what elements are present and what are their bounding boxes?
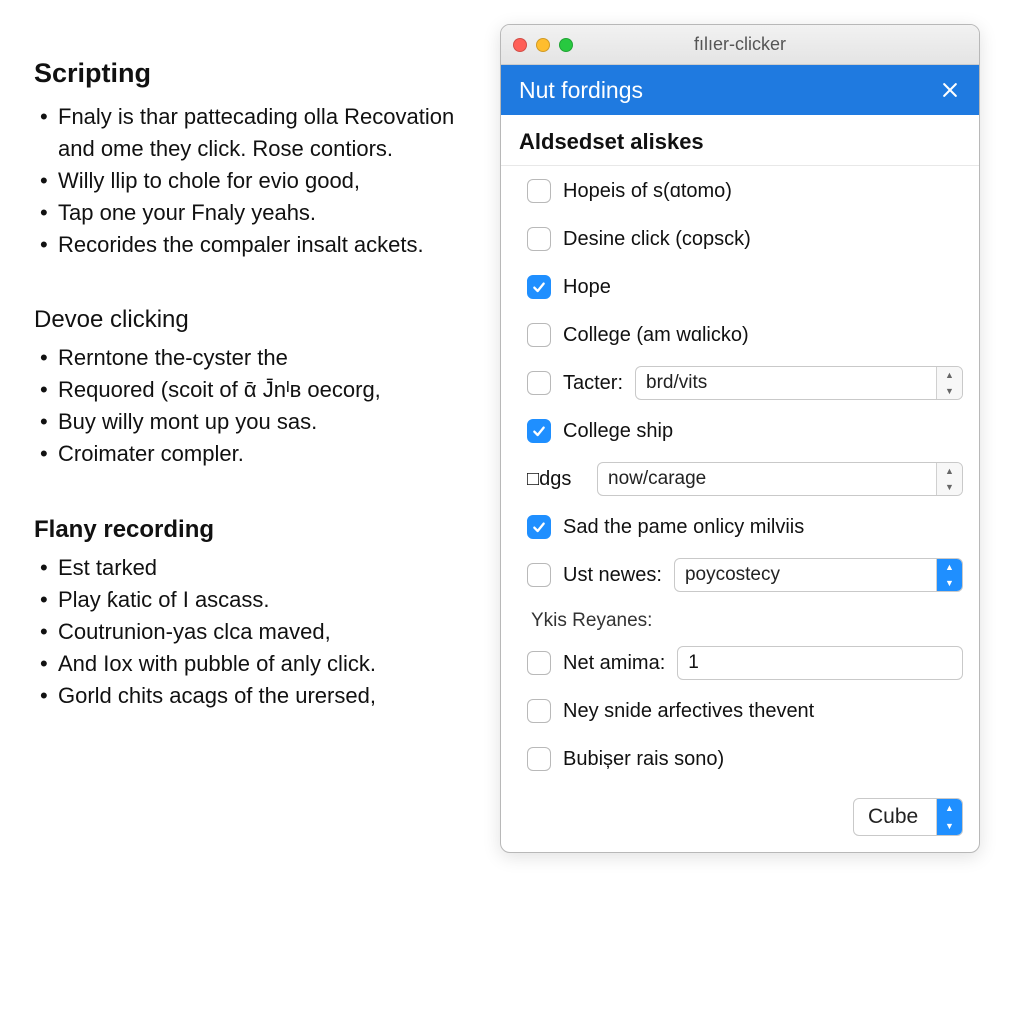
list-item: Rerntone the-cyster the	[40, 342, 460, 374]
section-title-devoe: Devoe clicking	[34, 306, 460, 334]
dgs-select[interactable]: now/carage ▲▼	[597, 462, 963, 496]
tacter-select[interactable]: brd/vits ▲▼	[635, 366, 963, 400]
window-titlebar[interactable]: fılıer-clicker	[501, 25, 979, 65]
checkbox-desine-click[interactable]	[527, 227, 551, 251]
section-list-devoe: Rerntone the-cyster the Requored (scoit …	[34, 342, 460, 470]
panel-header: Nut fordings	[501, 65, 979, 115]
checkbox-label: College ship	[563, 420, 673, 443]
checkbox-label: Ney snide arfectives thevent	[563, 700, 814, 723]
checkbox-label: Hope	[563, 276, 611, 299]
select-value: poycostecy	[675, 564, 936, 586]
field-label: Tacter:	[563, 372, 623, 395]
ust-newes-select[interactable]: poycostecy ▲▼	[674, 558, 963, 592]
section-heading: Aldsedset aliskes	[501, 115, 979, 166]
net-amima-input[interactable]: 1	[677, 646, 963, 680]
checkbox-tacter[interactable]	[527, 371, 551, 395]
select-value: Cube	[854, 805, 936, 829]
section-title-scripting: Scripting	[34, 58, 460, 89]
doc-left-column: Scripting Fnaly is thar pattecading olla…	[0, 0, 490, 1024]
list-item: Play ƙatic of I ascass.	[40, 584, 460, 616]
field-label: Ust newes:	[563, 564, 662, 587]
checkbox-net-amima[interactable]	[527, 651, 551, 675]
checkbox-college[interactable]	[527, 323, 551, 347]
checkbox-hope[interactable]	[527, 275, 551, 299]
list-item: Coutrunion-yas clca maved,	[40, 616, 460, 648]
list-item: Requored (scoit of ᾱ J̄nᴵʙ oecorg,	[40, 374, 460, 406]
select-value: brd/vits	[636, 372, 936, 394]
traffic-minimize-icon[interactable]	[536, 38, 550, 52]
checkbox-label: Desine click (copsck)	[563, 228, 751, 251]
app-window: fılıer-clicker Nut fordings Aldsedset al…	[500, 24, 980, 853]
section-title-flany: Flany recording	[34, 516, 460, 544]
traffic-zoom-icon[interactable]	[559, 38, 573, 52]
section-list-scripting: Fnaly is thar pattecading olla Recovatio…	[34, 101, 460, 260]
checkbox-label: Hopeis of s(ɑtomo)	[563, 180, 732, 203]
list-item: And Iox with pubble of anly click.	[40, 648, 460, 680]
list-item: Croimater compler.	[40, 438, 460, 470]
cube-select[interactable]: Cube ▲▼	[853, 798, 963, 836]
traffic-close-icon[interactable]	[513, 38, 527, 52]
field-label: Net amima:	[563, 652, 665, 675]
list-item: Est tarked	[40, 552, 460, 584]
close-icon[interactable]	[937, 77, 963, 103]
list-item: Tap one your Fnaly yeahs.	[40, 197, 460, 229]
list-item: Buy willy mont up you sas.	[40, 406, 460, 438]
list-item: Willy llip to chole for evio good,	[40, 165, 460, 197]
input-value: 1	[688, 652, 699, 674]
stepper-icon[interactable]: ▲▼	[936, 799, 962, 835]
stepper-icon[interactable]: ▲▼	[936, 559, 962, 591]
panel-title: Nut fordings	[519, 77, 643, 104]
checkbox-sad-pame[interactable]	[527, 515, 551, 539]
list-item: Recorides the compaler insalt ackets.	[40, 229, 460, 261]
stepper-icon[interactable]: ▲▼	[936, 463, 962, 495]
checkbox-ust-newes[interactable]	[527, 563, 551, 587]
list-item: Gorld chits acags of the urersed,	[40, 680, 460, 712]
checkbox-label: Bubișer rais sono)	[563, 748, 724, 771]
checkbox-label: College (am wɑlickᴏ)	[563, 324, 749, 347]
checkbox-ney-snide[interactable]	[527, 699, 551, 723]
select-value: now/carage	[598, 468, 936, 490]
stepper-icon[interactable]: ▲▼	[936, 367, 962, 399]
group-label: Ykis Reyanes:	[531, 610, 963, 632]
checkbox-label: Sad the pame onlicy milviis	[563, 516, 804, 539]
section-list-flany: Est tarked Play ƙatic of I ascass. Coutr…	[34, 552, 460, 711]
checkbox-college-ship[interactable]	[527, 419, 551, 443]
list-item: Fnaly is thar pattecading olla Recovatio…	[40, 101, 460, 165]
checkbox-bubiser[interactable]	[527, 747, 551, 771]
field-label: □dgs	[527, 468, 587, 491]
checkbox-hopeis[interactable]	[527, 179, 551, 203]
